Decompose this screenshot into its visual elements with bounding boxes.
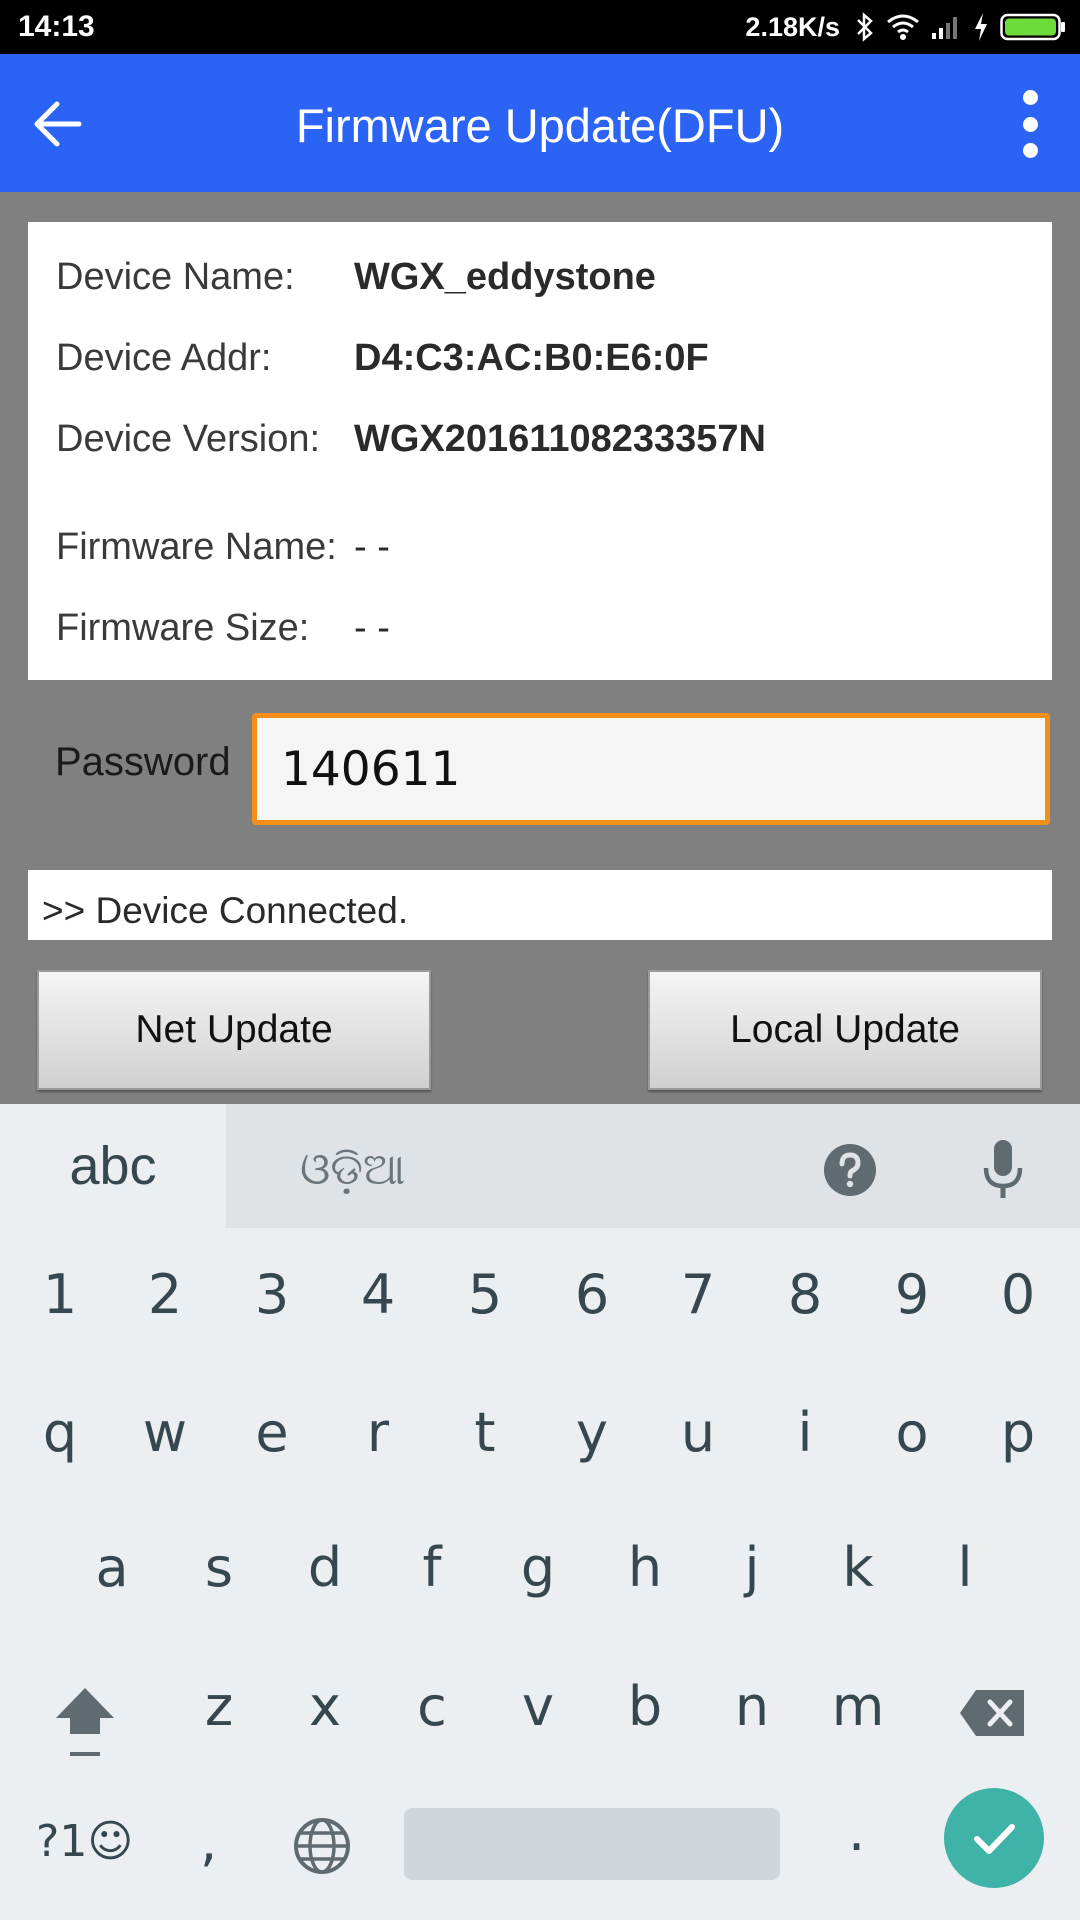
comma-key[interactable]: , bbox=[200, 1810, 217, 1873]
help-icon[interactable] bbox=[822, 1142, 878, 1198]
key-a[interactable]: a bbox=[72, 1538, 152, 1598]
key-6[interactable]: 6 bbox=[552, 1265, 632, 1325]
space-bar[interactable] bbox=[404, 1808, 780, 1880]
key-8[interactable]: 8 bbox=[765, 1265, 845, 1325]
key-v[interactable]: v bbox=[498, 1677, 578, 1737]
key-h[interactable]: h bbox=[605, 1538, 685, 1598]
symbols-key[interactable]: ?1☺ bbox=[36, 1816, 133, 1867]
check-icon bbox=[974, 1824, 1015, 1854]
key-q[interactable]: q bbox=[20, 1403, 100, 1463]
net-update-button[interactable]: Net Update bbox=[37, 970, 431, 1090]
key-c[interactable]: c bbox=[392, 1677, 472, 1737]
device-name-label: Device Name: bbox=[56, 256, 295, 298]
status-time: 14:13 bbox=[18, 10, 95, 43]
local-update-button[interactable]: Local Update bbox=[648, 970, 1042, 1090]
key-2[interactable]: 2 bbox=[125, 1265, 205, 1325]
key-1[interactable]: 1 bbox=[20, 1265, 100, 1325]
app-bar: Firmware Update(DFU) bbox=[0, 54, 1080, 192]
key-p[interactable]: p bbox=[978, 1403, 1058, 1463]
device-addr-label: Device Addr: bbox=[56, 337, 272, 379]
key-k[interactable]: k bbox=[818, 1538, 898, 1598]
key-0[interactable]: 0 bbox=[978, 1265, 1058, 1325]
signal-icon bbox=[930, 13, 962, 41]
key-w[interactable]: w bbox=[125, 1403, 205, 1463]
key-f[interactable]: f bbox=[392, 1538, 472, 1598]
backspace-icon[interactable] bbox=[958, 1688, 1028, 1738]
device-addr-value: D4:C3:AC:B0:E6:0F bbox=[354, 337, 709, 379]
overflow-menu-icon bbox=[1022, 90, 1038, 105]
keyboard-tab-abc[interactable]: abc bbox=[0, 1104, 226, 1228]
network-speed: 2.18K/s bbox=[745, 11, 840, 42]
key-m[interactable]: m bbox=[818, 1677, 898, 1737]
key-3[interactable]: 3 bbox=[232, 1265, 312, 1325]
firmware-size-value: - - bbox=[354, 607, 390, 649]
globe-icon[interactable] bbox=[292, 1816, 352, 1876]
keyboard-toolbar: abc ଓଡ଼ିଆ bbox=[0, 1104, 1080, 1228]
key-d[interactable]: d bbox=[285, 1538, 365, 1598]
key-y[interactable]: y bbox=[552, 1403, 632, 1463]
key-i[interactable]: i bbox=[765, 1403, 845, 1463]
key-o[interactable]: o bbox=[872, 1403, 952, 1463]
key-l[interactable]: l bbox=[925, 1538, 1005, 1598]
soft-keyboard: abc ଓଡ଼ିଆ bbox=[0, 1104, 1080, 1920]
key-j[interactable]: j bbox=[712, 1538, 792, 1598]
keyboard-tab-odia[interactable]: ଓଡ଼ିଆ bbox=[300, 1144, 406, 1195]
enter-key[interactable] bbox=[944, 1788, 1044, 1888]
status-log: >> Device Connected. bbox=[28, 870, 1052, 940]
key-9[interactable]: 9 bbox=[872, 1265, 952, 1325]
page-title: Firmware Update(DFU) bbox=[295, 99, 785, 152]
mic-icon[interactable] bbox=[978, 1138, 1028, 1202]
firmware-name-label: Firmware Name: bbox=[56, 526, 337, 568]
password-label: Password bbox=[55, 740, 231, 784]
password-input[interactable] bbox=[252, 713, 1050, 825]
device-info-card: Device Name: WGX_eddystone Device Addr: … bbox=[28, 222, 1052, 680]
firmware-size-label: Firmware Size: bbox=[56, 607, 310, 649]
key-t[interactable]: t bbox=[445, 1403, 525, 1463]
key-s[interactable]: s bbox=[179, 1538, 259, 1598]
period-key[interactable]: . bbox=[848, 1800, 865, 1863]
key-g[interactable]: g bbox=[498, 1538, 578, 1598]
device-version-value: WGX20161108233357N bbox=[354, 418, 766, 460]
firmware-name-value: - - bbox=[354, 526, 390, 568]
device-name-value: WGX_eddystone bbox=[354, 256, 656, 298]
key-r[interactable]: r bbox=[338, 1403, 418, 1463]
key-x[interactable]: x bbox=[285, 1677, 365, 1737]
key-4[interactable]: 4 bbox=[338, 1265, 418, 1325]
status-bar: 14:13 2.18K/s bbox=[0, 0, 1080, 54]
key-u[interactable]: u bbox=[658, 1403, 738, 1463]
shift-icon[interactable] bbox=[50, 1680, 120, 1760]
key-e[interactable]: e bbox=[232, 1403, 312, 1463]
key-5[interactable]: 5 bbox=[445, 1265, 525, 1325]
battery-icon bbox=[1000, 12, 1066, 42]
key-z[interactable]: z bbox=[179, 1677, 259, 1737]
wifi-icon bbox=[886, 13, 920, 41]
key-7[interactable]: 7 bbox=[658, 1265, 738, 1325]
bluetooth-icon bbox=[854, 11, 876, 43]
key-b[interactable]: b bbox=[605, 1677, 685, 1737]
status-icons: 2.18K/s bbox=[745, 8, 1066, 46]
device-version-label: Device Version: bbox=[56, 418, 321, 460]
overflow-menu-button[interactable] bbox=[1010, 84, 1050, 164]
charging-icon bbox=[972, 12, 990, 42]
key-n[interactable]: n bbox=[712, 1677, 792, 1737]
